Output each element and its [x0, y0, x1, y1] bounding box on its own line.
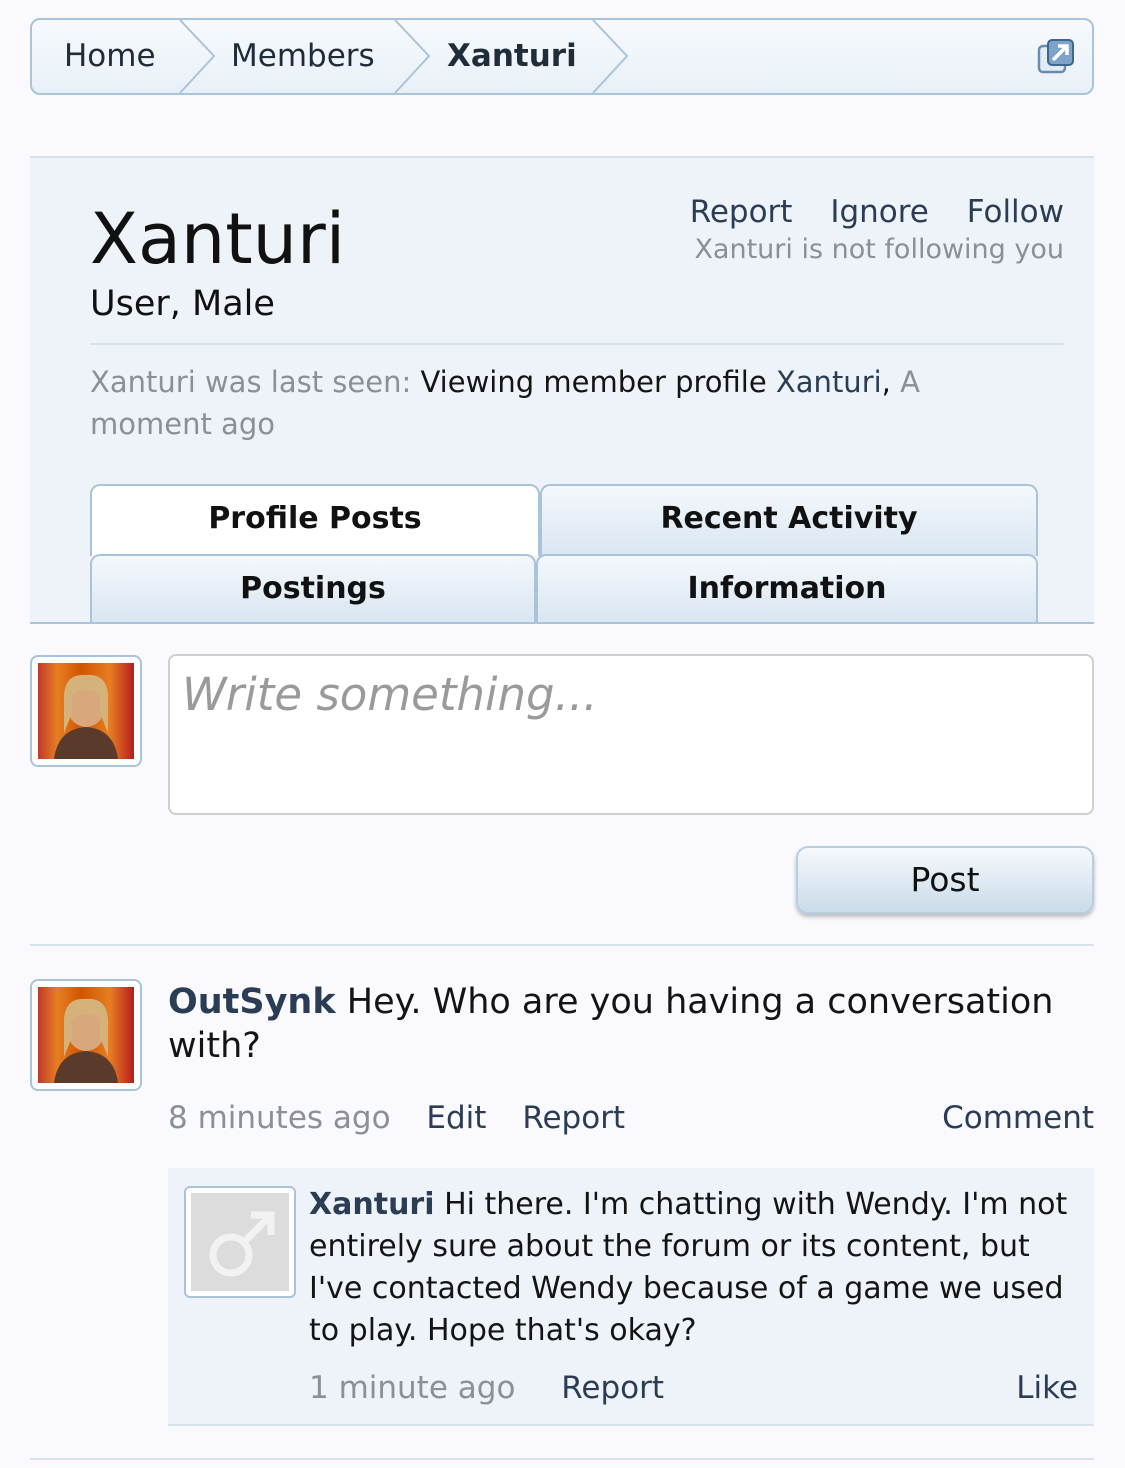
report-link[interactable]: Report	[522, 1100, 625, 1136]
comment-meta: 1 minute ago Report	[309, 1370, 664, 1406]
ignore-link[interactable]: Ignore	[830, 194, 929, 230]
comment-link[interactable]: Comment	[942, 1100, 1094, 1136]
report-link[interactable]: Report	[561, 1370, 664, 1406]
divider	[30, 1458, 1094, 1460]
male-icon	[209, 1211, 275, 1277]
profile-header: Xanturi User, Male Report Ignore Follow …	[30, 156, 1094, 624]
breadcrumb-members[interactable]: Members	[231, 20, 375, 93]
message-author[interactable]: OutSynk	[168, 982, 336, 1022]
comment-body: Xanturi Hi there. I'm chatting with Wend…	[309, 1184, 1089, 1352]
last-seen-label: Xanturi was last seen:	[90, 365, 412, 399]
tab-information[interactable]: Information	[536, 554, 1038, 622]
comment-author[interactable]: Xanturi	[309, 1187, 435, 1222]
tabs-divider	[30, 622, 1094, 624]
divider	[30, 944, 1094, 946]
like-link[interactable]: Like	[1016, 1370, 1078, 1406]
comment-avatar[interactable]	[184, 1186, 296, 1298]
tab-postings[interactable]: Postings	[90, 554, 536, 622]
breadcrumb-separator-icon	[394, 20, 431, 93]
follow-link[interactable]: Follow	[967, 194, 1064, 230]
message-body: OutSynk Hey. Who are you having a conver…	[168, 980, 1068, 1068]
message-meta: 8 minutes ago Edit Report	[168, 1100, 625, 1136]
breadcrumb: Home Members Xanturi	[30, 18, 1094, 95]
follow-status: Xanturi is not following you	[694, 234, 1064, 265]
comment-time[interactable]: 1 minute ago	[309, 1370, 515, 1406]
last-seen-link[interactable]: Xanturi	[776, 365, 882, 399]
profile-username: Xanturi	[90, 198, 346, 280]
profile-user-title: User, Male	[90, 284, 275, 324]
last-seen-activity: Viewing member profile	[420, 365, 767, 399]
edit-link[interactable]: Edit	[426, 1100, 486, 1136]
profile-post-input[interactable]: Write something...	[168, 654, 1094, 815]
profile-page: Home Members Xanturi Xanturi User, Male …	[0, 0, 1125, 1468]
avatar-photo	[54, 998, 118, 1083]
breadcrumb-separator-icon	[179, 20, 216, 93]
avatar-photo	[54, 674, 118, 759]
profile-actions: Report Ignore Follow	[662, 194, 1064, 230]
post-button[interactable]: Post	[796, 846, 1094, 914]
report-link[interactable]: Report	[690, 194, 793, 230]
tab-recent-activity[interactable]: Recent Activity	[540, 484, 1038, 556]
comment: Xanturi Hi there. I'm chatting with Wend…	[168, 1168, 1094, 1426]
message-time[interactable]: 8 minutes ago	[168, 1100, 391, 1136]
last-seen: Xanturi was last seen: Viewing member pr…	[90, 365, 920, 441]
message-avatar[interactable]	[30, 979, 142, 1091]
breadcrumb-separator-icon	[592, 20, 629, 93]
breadcrumb-current[interactable]: Xanturi	[447, 20, 577, 93]
divider	[90, 343, 1064, 345]
avatar[interactable]	[30, 655, 142, 767]
jump-to-icon[interactable]	[1036, 37, 1076, 77]
tab-profile-posts[interactable]: Profile Posts	[90, 484, 540, 556]
breadcrumb-home[interactable]: Home	[64, 20, 156, 93]
